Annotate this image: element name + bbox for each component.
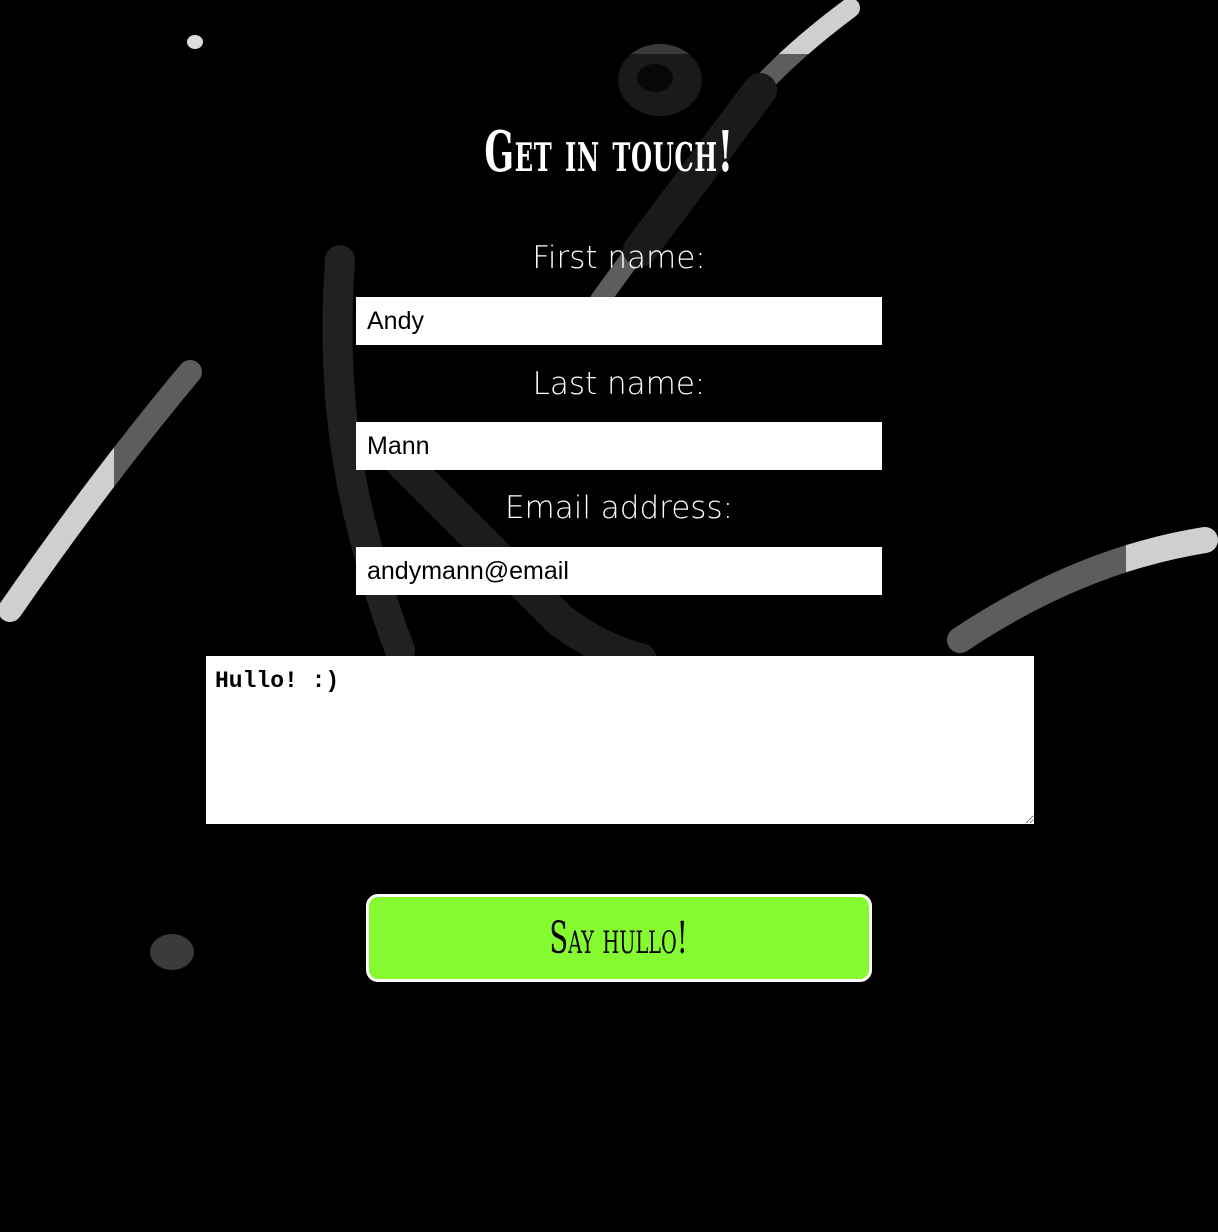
page-title: Get in touch! [484, 119, 734, 185]
brush-dot [187, 35, 203, 49]
brush-dot [150, 934, 194, 970]
first-name-label: First name: [532, 240, 706, 276]
last-name-label: Last name: [532, 366, 706, 402]
message-textarea[interactable]: Hullo! :) [206, 656, 1034, 824]
email-input[interactable] [356, 547, 882, 595]
last-name-input[interactable] [356, 422, 882, 470]
email-label: Email address: [504, 490, 734, 526]
say-hullo-button[interactable]: Say hullo! [366, 894, 872, 982]
first-name-input[interactable] [356, 297, 882, 345]
say-hullo-button-label: Say hullo! [549, 912, 689, 964]
contact-page: Get in touch! First name: Last name: Ema… [0, 0, 1218, 1232]
